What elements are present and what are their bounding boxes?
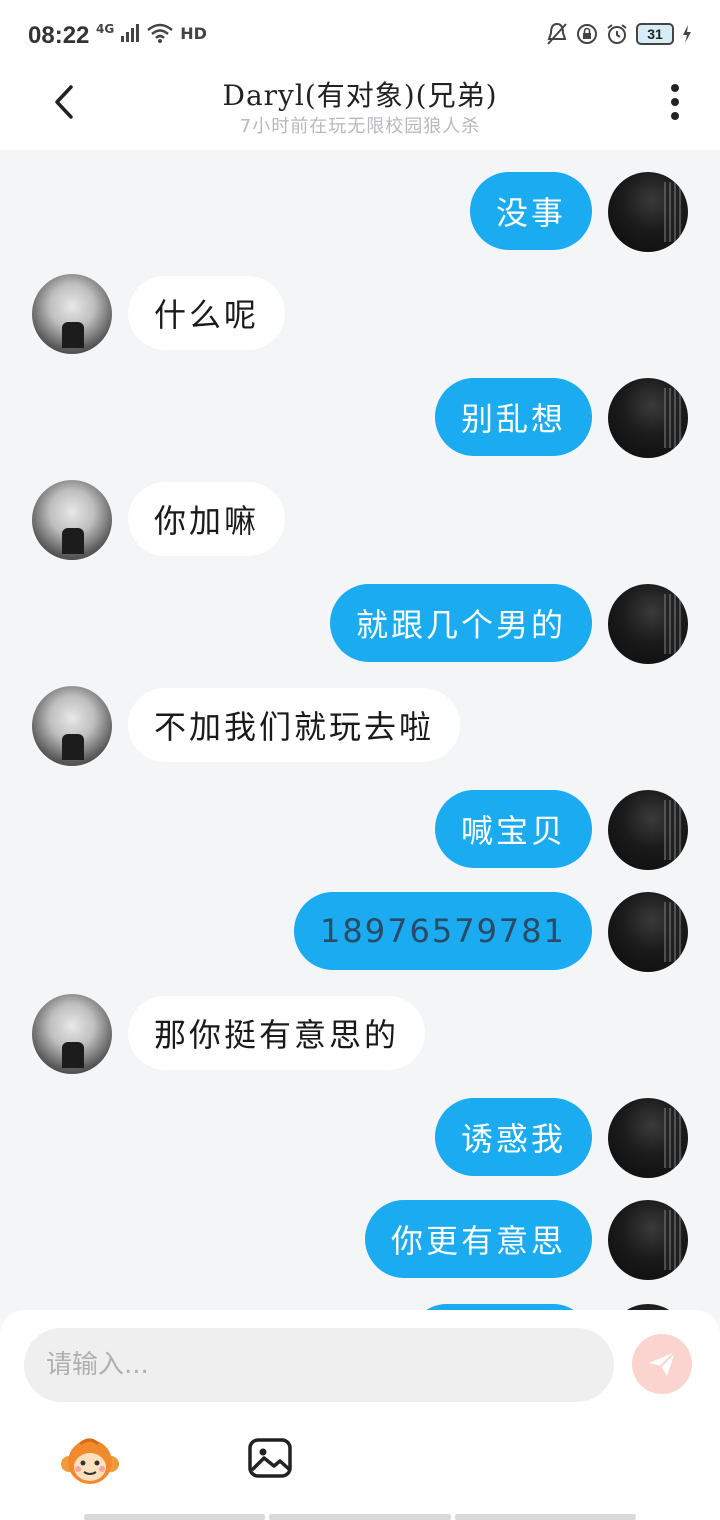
more-dot (671, 84, 679, 92)
network-type-label: 4G (96, 22, 115, 36)
contact-avatar[interactable] (32, 994, 112, 1074)
message-row-outgoing: 你更有意思 (0, 1200, 720, 1280)
my-avatar[interactable] (608, 790, 688, 870)
chat-header: Daryl(有对象)(兄弟) 7小时前在玩无限校园狼人杀 (0, 72, 720, 150)
contact-avatar[interactable] (32, 480, 112, 560)
my-avatar[interactable] (608, 584, 688, 664)
message-list[interactable]: 没事 什么呢 别乱想 你加嘛 就跟几个男的 不加我们就玩去啦 喊宝贝 18976… (0, 150, 720, 1310)
message-bubble-incoming[interactable]: 什么呢 (128, 276, 286, 350)
tab-strip-segment (454, 1514, 636, 1520)
more-options-button[interactable] (660, 82, 690, 122)
message-bubble-outgoing[interactable]: 18976579781 (294, 892, 592, 970)
message-row-outgoing: 18976579781 (0, 892, 720, 972)
message-input[interactable] (24, 1328, 614, 1402)
alarm-icon (607, 24, 627, 44)
input-panel (0, 1310, 720, 1520)
monkey-emoji-icon (61, 1438, 119, 1484)
my-avatar[interactable] (608, 892, 688, 972)
message-bubble-outgoing[interactable]: 就跟几个男的 (329, 584, 592, 662)
message-row-outgoing: 喊宝贝 (0, 790, 720, 870)
bell-muted-icon (547, 22, 567, 45)
contact-name: Daryl(有对象)(兄弟) (222, 79, 498, 112)
message-row-incoming: 不加我们就玩去啦 (0, 686, 720, 766)
send-button[interactable] (632, 1334, 692, 1394)
more-dot (671, 98, 679, 106)
image-icon (248, 1438, 292, 1478)
status-bar: 08:22 4G HD 31 (0, 0, 720, 72)
message-bubble-outgoing[interactable]: 诱惑我 (434, 1098, 592, 1176)
signal-icon (121, 24, 140, 42)
my-avatar[interactable] (608, 1098, 688, 1178)
message-row-outgoing: 别乱想 (0, 378, 720, 458)
battery-indicator: 31 (636, 23, 674, 45)
wifi-hd-label: HD (180, 23, 207, 43)
my-avatar[interactable] (608, 172, 688, 252)
message-bubble-outgoing[interactable]: 别乱想 (434, 378, 592, 456)
my-avatar[interactable] (608, 1200, 688, 1280)
message-bubble-outgoing[interactable]: 你更有意思 (364, 1200, 592, 1278)
message-bubble-incoming[interactable]: 那你挺有意思的 (128, 996, 426, 1070)
contact-avatar[interactable] (32, 686, 112, 766)
tab-strip-segment (269, 1514, 451, 1520)
bottom-tab-strip (84, 1514, 636, 1520)
more-dot (671, 112, 679, 120)
message-row-outgoing: 诱惑我 (0, 1098, 720, 1178)
emoji-button[interactable] (60, 1434, 120, 1490)
message-row-incoming: 什么呢 (0, 274, 720, 354)
message-bubble-incoming[interactable]: 你加嘛 (128, 482, 286, 556)
my-avatar[interactable] (608, 378, 688, 458)
status-left-icons: 4G HD (96, 22, 207, 44)
message-row-incoming: 你加嘛 (0, 480, 720, 560)
status-right-icons: 31 (546, 22, 692, 46)
image-button[interactable] (246, 1434, 294, 1482)
status-time: 08:22 (28, 22, 90, 49)
lock-rotation-icon (577, 24, 597, 44)
message-bubble-outgoing[interactable]: 没事 (469, 172, 592, 250)
wifi-icon (147, 23, 174, 43)
contact-activity-status: 7小时前在玩无限校园狼人杀 (239, 116, 481, 137)
message-bubble-incoming[interactable]: 不加我们就玩去啦 (128, 688, 461, 762)
contact-avatar[interactable] (32, 274, 112, 354)
message-bubble-outgoing[interactable]: 喊宝贝 (434, 790, 592, 868)
charging-icon (683, 25, 691, 43)
message-row-outgoing: 没事 (0, 172, 720, 252)
tab-strip-segment (84, 1514, 266, 1520)
message-row-incoming: 那你挺有意思的 (0, 994, 720, 1074)
message-row-outgoing: 就跟几个男的 (0, 584, 720, 664)
paper-plane-icon (649, 1351, 676, 1376)
